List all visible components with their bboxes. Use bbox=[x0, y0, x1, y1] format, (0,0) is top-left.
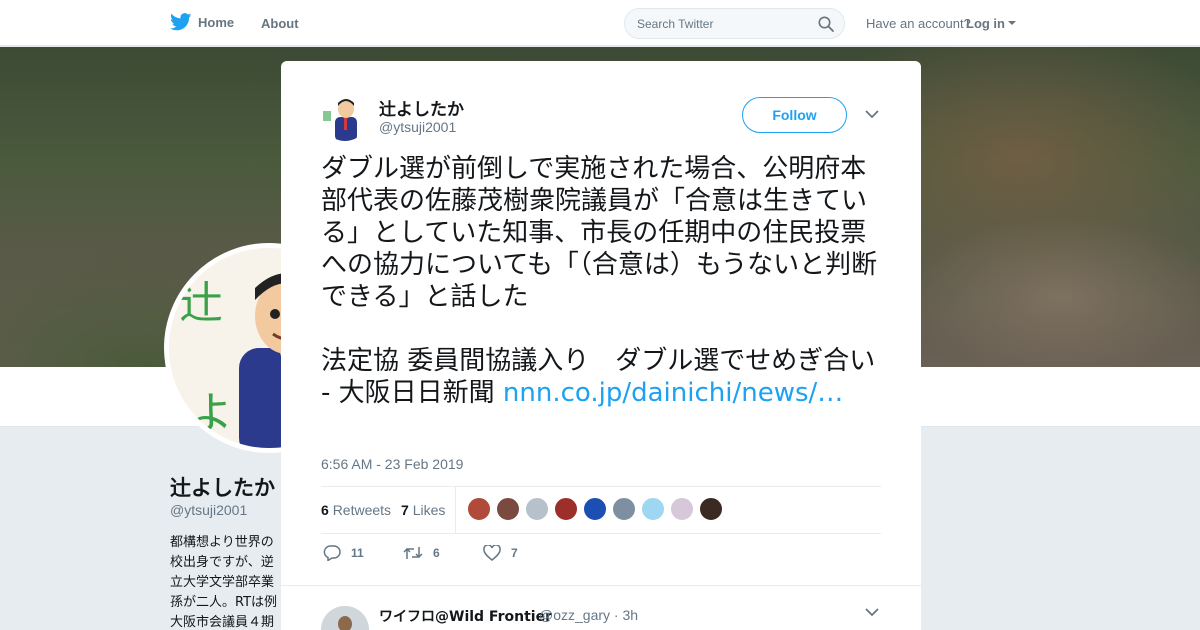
likes-count: 7 bbox=[401, 502, 409, 518]
chevron-down-icon[interactable] bbox=[1008, 21, 1016, 25]
retweeter-avatar[interactable] bbox=[670, 497, 694, 521]
tweet-stats: 6 Retweets 7 Likes bbox=[321, 486, 881, 534]
home-link[interactable]: Home bbox=[170, 13, 234, 31]
retweets-label: Retweets bbox=[332, 502, 392, 518]
reply-count: 11 bbox=[351, 546, 364, 560]
retweets-count: 6 bbox=[321, 502, 329, 518]
like-count: 7 bbox=[511, 546, 518, 560]
heart-icon bbox=[483, 545, 501, 561]
avatar-icon bbox=[321, 93, 369, 141]
tweet-link[interactable]: nnn.co.jp/dainichi/news/… bbox=[503, 378, 843, 408]
bio-line: 孫が二人。RTは例 bbox=[170, 595, 278, 610]
search-icon[interactable] bbox=[818, 16, 834, 32]
retweeter-avatar[interactable] bbox=[699, 497, 723, 521]
search-input[interactable]: Search Twitter bbox=[624, 8, 845, 39]
tweet-modal: 辻よしたか @ytsuji2001 Follow ダブル選が前倒しで実施された場… bbox=[281, 61, 921, 630]
bio-line: 都構想より世界の bbox=[170, 535, 274, 550]
retweeter-avatar[interactable] bbox=[641, 497, 665, 521]
like-button[interactable]: 7 bbox=[483, 545, 518, 561]
retweet-button[interactable]: 6 bbox=[403, 545, 440, 561]
home-label: Home bbox=[198, 14, 235, 30]
svg-text:辻: 辻 bbox=[179, 278, 223, 329]
have-account-text: Have an account? bbox=[866, 16, 971, 31]
divider bbox=[455, 487, 456, 533]
reply-button[interactable]: 11 bbox=[323, 545, 364, 561]
chevron-down-icon[interactable] bbox=[865, 607, 879, 617]
profile-bio: 都構想より世界の 校出身ですが、逆 立大学文学部卒業 孫が二人。RTは例 大阪市… bbox=[170, 533, 280, 630]
profile-handle: @ytsuji2001 bbox=[170, 502, 248, 518]
avatar-icon bbox=[321, 606, 369, 630]
about-link[interactable]: About bbox=[261, 16, 299, 31]
search-placeholder: Search Twitter bbox=[637, 17, 714, 31]
bio-line: 大阪市会議員４期 bbox=[170, 615, 275, 630]
retweeter-avatar[interactable] bbox=[496, 497, 520, 521]
likes-stat[interactable]: 7 Likes bbox=[401, 502, 445, 518]
top-nav: Home About Search Twitter Have an accoun… bbox=[0, 0, 1200, 46]
tweet-author-name[interactable]: 辻よしたか bbox=[379, 95, 464, 120]
likes-label: Likes bbox=[412, 502, 446, 518]
divider bbox=[281, 585, 921, 586]
retweeter-avatar[interactable] bbox=[583, 497, 607, 521]
retweeter-avatars bbox=[467, 497, 723, 521]
follow-button[interactable]: Follow bbox=[742, 97, 847, 133]
tweet-author-avatar[interactable] bbox=[321, 93, 369, 141]
retweeter-avatar[interactable] bbox=[612, 497, 636, 521]
chevron-down-icon[interactable] bbox=[865, 109, 879, 119]
profile-name: 辻よしたか bbox=[170, 476, 275, 500]
twitter-bird-icon bbox=[170, 13, 192, 31]
reply-author-name[interactable]: ワイフロ@Wild Frontier bbox=[379, 606, 552, 626]
close-icon[interactable] bbox=[1154, 12, 1178, 36]
retweets-stat[interactable]: 6 Retweets bbox=[321, 502, 391, 518]
tweet-actions: 11 6 7 bbox=[321, 545, 881, 569]
reply-author-handle[interactable]: @ozz_gary · 3h bbox=[539, 607, 638, 623]
tweet-body: ダブル選が前倒しで実施された場合、公明府本部代表の佐藤茂樹衆院議員が「合意は生き… bbox=[321, 154, 878, 408]
retweeter-avatar[interactable] bbox=[467, 497, 491, 521]
reply-author-avatar[interactable] bbox=[321, 606, 369, 630]
retweeter-avatar[interactable] bbox=[525, 497, 549, 521]
bio-line: 立大学文学部卒業 bbox=[170, 575, 275, 590]
login-link[interactable]: Log in bbox=[966, 16, 1005, 31]
retweeter-avatar[interactable] bbox=[554, 497, 578, 521]
tweet-author-handle[interactable]: @ytsuji2001 bbox=[379, 119, 456, 135]
reply-icon bbox=[323, 545, 341, 561]
bio-line: 校出身ですが、逆 bbox=[170, 555, 274, 570]
retweet-icon bbox=[403, 547, 423, 559]
tweet-text: ダブル選が前倒しで実施された場合、公明府本部代表の佐藤茂樹衆院議員が「合意は生き… bbox=[321, 153, 886, 409]
tweet-timestamp[interactable]: 6:56 AM - 23 Feb 2019 bbox=[321, 456, 463, 472]
retweet-count: 6 bbox=[433, 546, 440, 560]
